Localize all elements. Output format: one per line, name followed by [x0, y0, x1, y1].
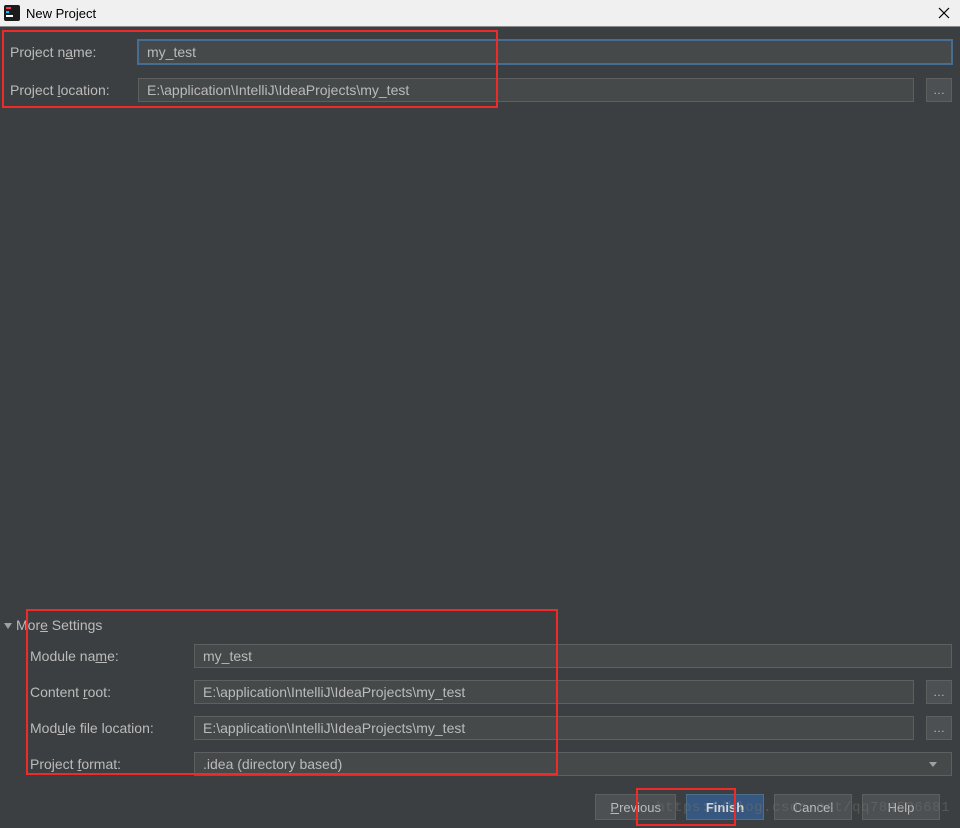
project-format-row: Project format: .idea (directory based): [0, 749, 960, 779]
dialog-window: { "title": "New Project", "top_form": { …: [0, 0, 960, 828]
content-root-label: Content root:: [0, 684, 194, 700]
title-left: New Project: [4, 5, 96, 21]
module-file-input[interactable]: [194, 716, 914, 740]
more-settings-panel: Module name: Content root: … Module file…: [0, 641, 960, 785]
content-root-input[interactable]: [194, 680, 914, 704]
help-button[interactable]: Help: [862, 794, 940, 820]
more-settings-toggle[interactable]: More Settings: [4, 617, 102, 633]
finish-button[interactable]: Finish: [686, 794, 764, 820]
module-name-input[interactable]: [194, 644, 952, 668]
project-format-select[interactable]: .idea (directory based): [194, 752, 952, 776]
cancel-button[interactable]: Cancel: [774, 794, 852, 820]
project-location-row: Project location: …: [0, 75, 960, 105]
module-file-label: Module file location:: [0, 720, 194, 736]
project-name-row: Project name:: [0, 37, 960, 67]
project-format-value: .idea (directory based): [203, 756, 342, 772]
dialog-title: New Project: [26, 6, 96, 21]
content-root-row: Content root: …: [0, 677, 960, 707]
project-name-label: Project name:: [0, 44, 138, 60]
content-root-browse[interactable]: …: [926, 680, 952, 704]
expand-icon: [4, 623, 12, 629]
module-file-row: Module file location: …: [0, 713, 960, 743]
module-name-label: Module name:: [0, 648, 194, 664]
project-format-label: Project format:: [0, 756, 194, 772]
top-form: Project name: Project location: …: [0, 37, 960, 105]
project-location-input[interactable]: [138, 78, 914, 102]
module-name-row: Module name:: [0, 641, 960, 671]
chevron-down-icon: [923, 762, 943, 767]
previous-button[interactable]: Previous: [595, 794, 676, 820]
app-icon: [4, 5, 20, 21]
title-bar: New Project: [0, 0, 960, 27]
more-settings-label: More Settings: [16, 617, 102, 633]
project-location-label: Project location:: [0, 82, 138, 98]
project-name-input[interactable]: [138, 40, 952, 64]
button-bar: Previous Finish Cancel Help: [0, 786, 960, 828]
dialog-client: Project name: Project location: … More S…: [0, 27, 960, 828]
project-location-browse[interactable]: …: [926, 78, 952, 102]
close-button[interactable]: [934, 3, 954, 23]
module-file-browse[interactable]: …: [926, 716, 952, 740]
